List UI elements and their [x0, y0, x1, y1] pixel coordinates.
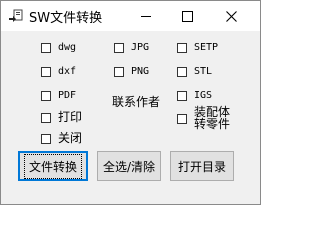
minimize-button[interactable]: [123, 1, 168, 31]
app-window: SW文件转换 dwg dxf PDF 打印 关闭 JPG PNG 联系作者 SE…: [0, 0, 261, 205]
checkbox-pdf-label: PDF: [58, 90, 77, 101]
maximize-button[interactable]: [165, 1, 210, 31]
title-bar[interactable]: SW文件转换: [1, 1, 260, 31]
checkbox-print[interactable]: [41, 113, 51, 123]
checkbox-stl-label: STL: [194, 66, 213, 77]
checkbox-jpg[interactable]: [114, 43, 124, 53]
window-title: SW文件转换: [29, 11, 103, 26]
checkbox-assembly-to-part[interactable]: [177, 114, 187, 124]
close-window-button[interactable]: [209, 1, 254, 31]
checkbox-dwg-label: dwg: [58, 42, 77, 53]
checkbox-png-label: PNG: [131, 66, 150, 77]
minimize-icon: [140, 15, 151, 17]
checkbox-stl[interactable]: [177, 67, 187, 77]
contact-author-link[interactable]: 联系作者: [112, 96, 160, 109]
close-icon: [226, 10, 237, 22]
checkbox-setp-label: SETP: [194, 42, 219, 53]
checkbox-setp[interactable]: [177, 43, 187, 53]
checkbox-dxf[interactable]: [41, 67, 51, 77]
checkbox-igs-label: IGS: [194, 90, 213, 101]
open-directory-label: 打开目录: [177, 159, 226, 174]
checkbox-dwg[interactable]: [41, 43, 51, 53]
checkbox-igs[interactable]: [177, 91, 187, 101]
checkbox-dxf-label: dxf: [58, 66, 77, 77]
convert-button[interactable]: 文件转换: [18, 151, 88, 181]
checkbox-close[interactable]: [41, 134, 51, 144]
checkbox-close-label: 关闭: [58, 131, 83, 145]
app-icon: [9, 9, 23, 22]
checkbox-jpg-label: JPG: [131, 42, 150, 53]
convert-button-label: 文件转换: [23, 153, 82, 179]
checkbox-pdf[interactable]: [41, 91, 51, 101]
open-directory-button[interactable]: 打开目录: [170, 151, 234, 181]
checkbox-print-label: 打印: [58, 110, 83, 124]
maximize-icon: [182, 10, 193, 22]
select-all-clear-button[interactable]: 全选/清除: [97, 151, 161, 181]
checkbox-assembly-to-part-label: 装配体 转零件: [194, 105, 231, 131]
select-all-clear-label: 全选/清除: [102, 159, 156, 174]
checkbox-png[interactable]: [114, 67, 124, 77]
